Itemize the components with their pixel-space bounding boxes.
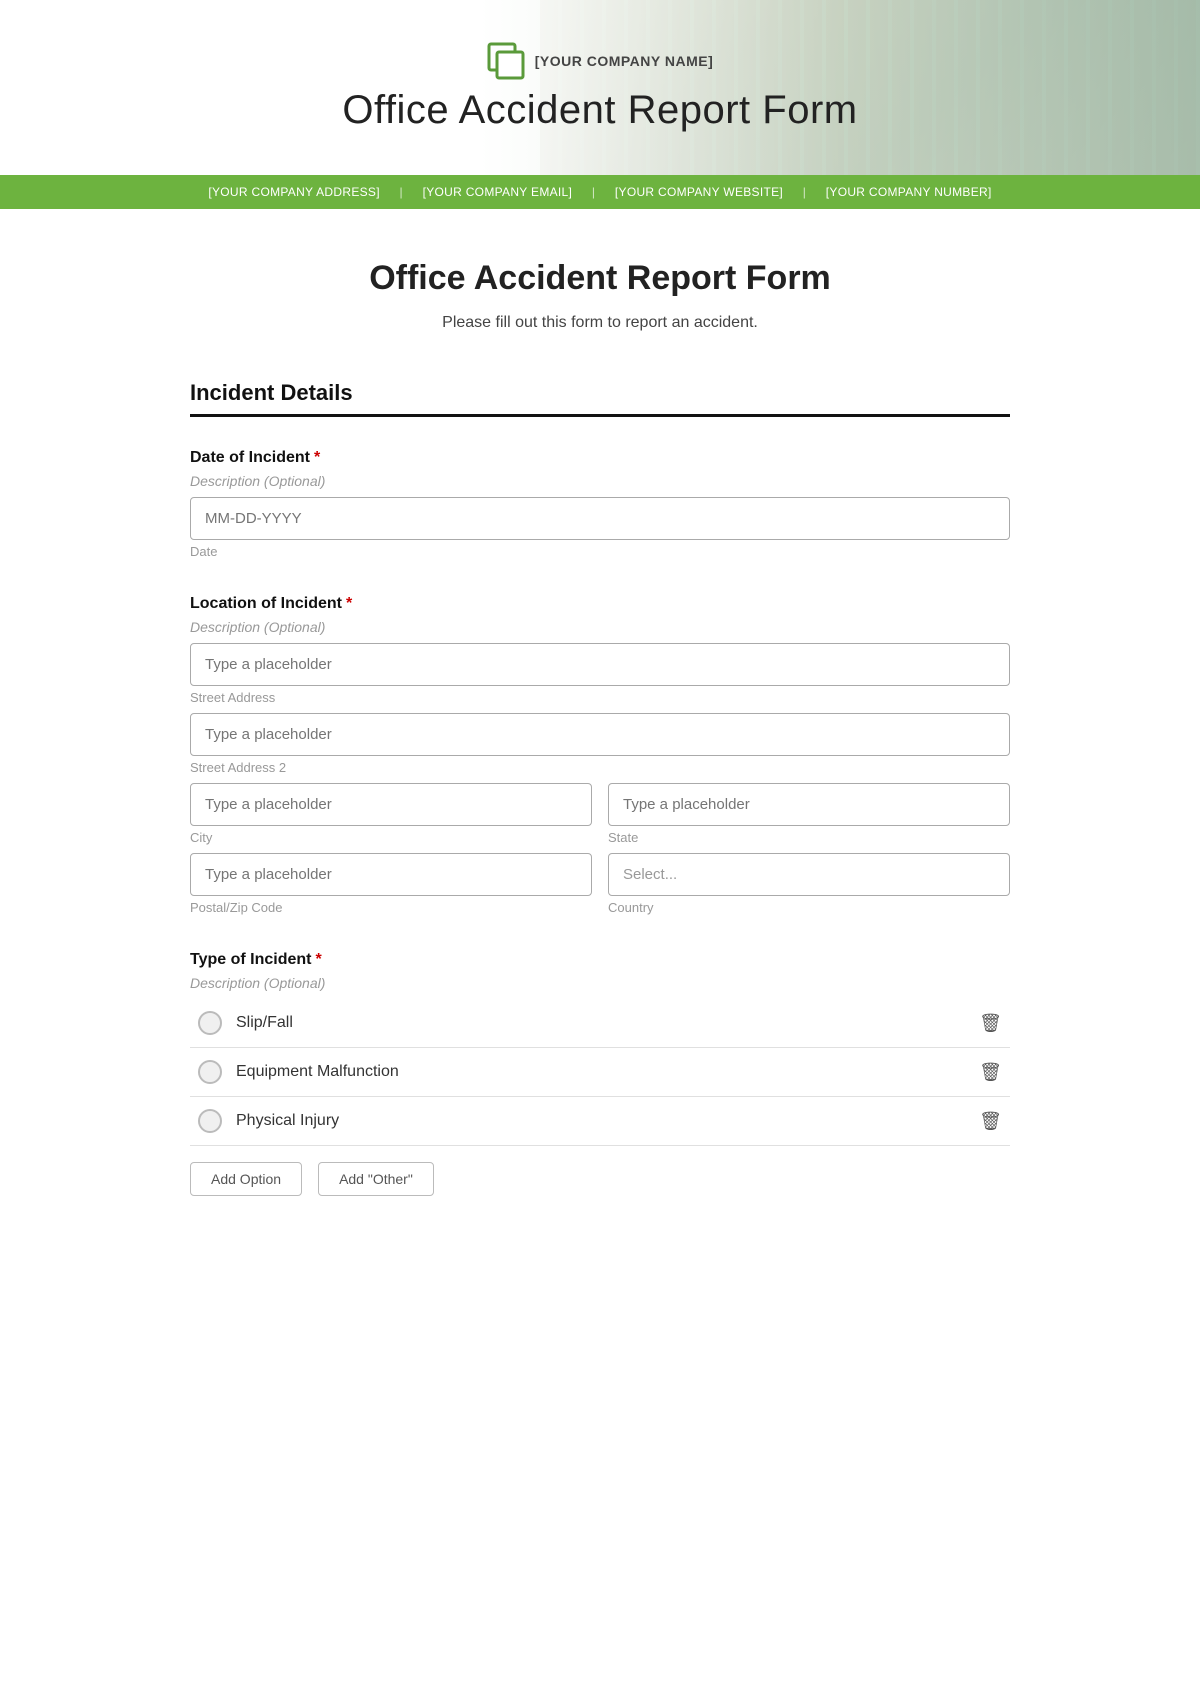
- type-field-label: Type of Incident *: [190, 951, 1010, 969]
- date-field-group: Date of Incident * Description (Optional…: [190, 449, 1010, 559]
- company-address: [YOUR COMPANY ADDRESS]: [208, 185, 380, 199]
- form-subtitle: Please fill out this form to report an a…: [190, 314, 1010, 332]
- page-header: [YOUR COMPANY NAME] Office Accident Repo…: [0, 0, 1200, 175]
- location-description: Description (Optional): [190, 619, 1010, 635]
- radio-circle-slip-fall[interactable]: [198, 1011, 222, 1035]
- date-description: Description (Optional): [190, 473, 1010, 489]
- street1-sublabel: Street Address: [190, 690, 1010, 705]
- street1-input[interactable]: [190, 643, 1010, 686]
- location-field-group: Location of Incident * Description (Opti…: [190, 595, 1010, 915]
- country-select[interactable]: Select...: [608, 853, 1010, 896]
- state-input[interactable]: [608, 783, 1010, 826]
- date-field-label: Date of Incident *: [190, 449, 1010, 467]
- company-logo-icon: [487, 42, 525, 80]
- company-logo-area: [YOUR COMPANY NAME]: [487, 42, 714, 80]
- radio-circle-physical-injury[interactable]: [198, 1109, 222, 1133]
- state-col: State: [608, 783, 1010, 845]
- radio-label-physical-injury: Physical Injury: [236, 1112, 339, 1130]
- date-required-star: *: [314, 449, 320, 467]
- date-input[interactable]: [190, 497, 1010, 540]
- radio-option-equipment-malfunction[interactable]: Equipment Malfunction 🗑: [190, 1048, 1010, 1097]
- radio-option-slip-fall[interactable]: Slip/Fall 🗑: [190, 999, 1010, 1048]
- radio-label-equipment-malfunction: Equipment Malfunction: [236, 1063, 399, 1081]
- city-input[interactable]: [190, 783, 592, 826]
- form-title: Office Accident Report Form: [190, 259, 1010, 298]
- section-incident-details: Incident Details: [190, 380, 1010, 417]
- city-col: City: [190, 783, 592, 845]
- radio-option-physical-injury[interactable]: Physical Injury 🗑: [190, 1097, 1010, 1146]
- radio-label-slip-fall: Slip/Fall: [236, 1014, 293, 1032]
- country-sublabel: Country: [608, 900, 1010, 915]
- type-required-star: *: [315, 951, 321, 969]
- trash-icon-slip-fall[interactable]: 🗑: [979, 1013, 1002, 1034]
- trash-icon-equipment-malfunction[interactable]: 🗑: [979, 1062, 1002, 1083]
- company-website: [YOUR COMPANY WEBSITE]: [615, 185, 783, 199]
- add-option-button[interactable]: Add Option: [190, 1162, 302, 1196]
- zip-input[interactable]: [190, 853, 592, 896]
- page-main-title: Office Accident Report Form: [342, 88, 857, 133]
- state-sublabel: State: [608, 830, 1010, 845]
- add-other-button[interactable]: Add "Other": [318, 1162, 434, 1196]
- type-field-group: Type of Incident * Description (Optional…: [190, 951, 1010, 1196]
- location-field-label: Location of Incident *: [190, 595, 1010, 613]
- main-content: Office Accident Report Form Please fill …: [150, 209, 1050, 1292]
- street2-input[interactable]: [190, 713, 1010, 756]
- country-col: Select... Country: [608, 853, 1010, 915]
- company-email: [YOUR COMPANY EMAIL]: [423, 185, 573, 199]
- street2-sublabel: Street Address 2: [190, 760, 1010, 775]
- radio-circle-equipment-malfunction[interactable]: [198, 1060, 222, 1084]
- add-buttons-row: Add Option Add "Other": [190, 1162, 1010, 1196]
- trash-icon-physical-injury[interactable]: 🗑: [979, 1111, 1002, 1132]
- company-name-label: [YOUR COMPANY NAME]: [535, 53, 714, 69]
- company-number: [YOUR COMPANY NUMBER]: [826, 185, 992, 199]
- city-sublabel: City: [190, 830, 592, 845]
- type-description: Description (Optional): [190, 975, 1010, 991]
- location-required-star: *: [346, 595, 352, 613]
- zip-sublabel: Postal/Zip Code: [190, 900, 592, 915]
- company-info-bar: [YOUR COMPANY ADDRESS] | [YOUR COMPANY E…: [0, 175, 1200, 209]
- date-sublabel: Date: [190, 544, 1010, 559]
- zip-col: Postal/Zip Code: [190, 853, 592, 915]
